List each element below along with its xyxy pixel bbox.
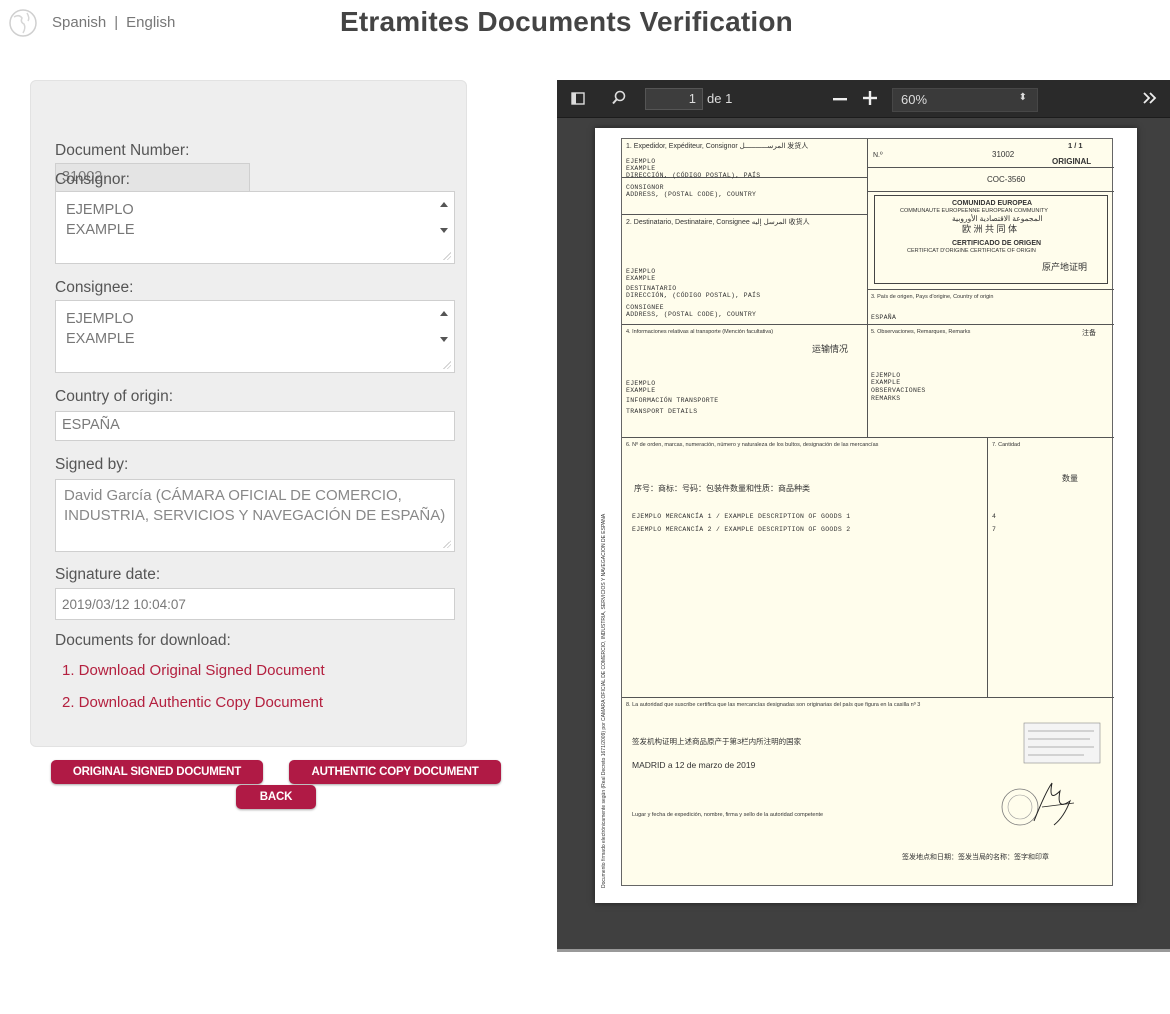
goods-row-1-desc: EJEMPLO MERCANCÍA 1 / EXAMPLE DESCRIPTIO… — [632, 513, 851, 520]
box4-chinese: 运输情况 — [812, 344, 849, 354]
cert-original-label: ORIGINAL — [1052, 157, 1092, 166]
resize-grip-icon[interactable] — [443, 540, 451, 548]
goods-row-1-qty: 4 — [992, 513, 997, 520]
consignor-textarea[interactable]: EJEMPLO EXAMPLE — [55, 191, 455, 264]
more-tools-chevron-icon[interactable] — [1143, 92, 1157, 104]
lang-english-link[interactable]: English — [126, 14, 175, 31]
box2-heading: 2. Destinatario, Destinataire, Consignee… — [626, 219, 810, 226]
consignor-line-2: EXAMPLE — [66, 222, 135, 238]
box1-heading: 1. Expedidor, Expéditeur, Consignor المر… — [626, 143, 809, 150]
chevron-updown-icon: ⬍ — [1018, 92, 1027, 103]
viewer-bottom-border — [557, 949, 1170, 952]
goods-row-2-qty: 7 — [992, 526, 997, 533]
box4-heading: 4. Informaciones relativas al transporte… — [626, 329, 774, 335]
consignee-label: Consignee: — [55, 279, 134, 296]
cert-origin-subtitle: CERTIFICAT D'ORIGINE CERTIFICATE OF ORIG… — [907, 248, 1036, 254]
box1-line3: DIRECCIÓN, (CÓDIGO POSTAL), PAÍS — [626, 172, 761, 179]
official-stamp-signature-icon — [1001, 722, 1101, 826]
original-signed-document-button[interactable]: ORIGINAL SIGNED DOCUMENT — [51, 760, 263, 784]
box5-chinese: 注备 — [1082, 330, 1096, 337]
box6-heading: 6. Nº de orden, marcas, numeración, núme… — [626, 442, 879, 448]
consignor-label: Consignor: — [55, 171, 130, 188]
download-authentic-link[interactable]: 2. Download Authentic Copy Document — [62, 694, 323, 711]
community-arabic: المجموعة الاقتصادية الأوروبية — [952, 214, 1043, 223]
back-button[interactable]: BACK — [236, 785, 316, 809]
box5-line4: REMARKS — [871, 395, 901, 402]
box1-line5: ADDRESS, (POSTAL CODE), COUNTRY — [626, 191, 757, 198]
box2-line6: ADDRESS, (POSTAL CODE), COUNTRY — [626, 311, 757, 318]
page-number-input[interactable]: 1 — [645, 88, 703, 110]
cert-coc-number: COC-3560 — [987, 175, 1026, 184]
consignee-scrollbar[interactable] — [436, 303, 452, 351]
pdf-viewer: 1 de 1 60% ⬍ Documento firmado electróni… — [557, 80, 1170, 952]
country-of-origin-field[interactable]: ESPAÑA — [55, 411, 455, 441]
cert-page-count: 1 / 1 — [1068, 141, 1083, 150]
box2-line2: EXAMPLE — [626, 275, 656, 282]
consignee-line-2: EXAMPLE — [66, 331, 135, 347]
signed-by-text: David García (CÁMARA OFICIAL DE COMERCIO… — [64, 487, 446, 524]
signature-date-label: Signature date: — [55, 566, 161, 583]
downloads-label: Documents for download: — [55, 632, 231, 649]
box4-line3: INFORMACIÓN TRANSPORTE — [626, 397, 719, 404]
zoom-value: 60% — [901, 92, 928, 107]
cert-number-value: 31002 — [992, 150, 1015, 159]
side-signature-text: Documento firmado electrónicamente según… — [601, 513, 607, 888]
resize-grip-icon[interactable] — [443, 252, 451, 260]
signed-by-label: Signed by: — [55, 456, 129, 473]
box4-line2: EXAMPLE — [626, 387, 656, 394]
consignee-textarea[interactable]: EJEMPLO EXAMPLE — [55, 300, 455, 373]
certificate-document: 1. Expedidor, Expéditeur, Consignor المر… — [621, 138, 1114, 886]
box3-value: ESPAÑA — [871, 314, 897, 321]
authentic-copy-document-button[interactable]: AUTHENTIC COPY DOCUMENT — [289, 760, 501, 784]
globe-icon — [9, 9, 37, 37]
goods-row-2-desc: EJEMPLO MERCANCÍA 2 / EXAMPLE DESCRIPTIO… — [632, 526, 851, 533]
lang-separator: | — [114, 14, 119, 31]
box7-heading: 7. Cantidad — [992, 442, 1021, 448]
consignor-scrollbar[interactable] — [436, 194, 452, 242]
sidebar-toggle-icon[interactable] — [571, 91, 586, 106]
zoom-out-icon[interactable] — [833, 98, 847, 102]
box2-line4: DIRECCIÓN, (CÓDIGO POSTAL), PAÍS — [626, 292, 761, 299]
signature-date-field[interactable]: 2019/03/12 10:04:07 — [55, 588, 455, 620]
page-count-label: de 1 — [707, 91, 733, 106]
footer-chinese: 签发地点和日期：签发当局的名称：签字和印章 — [902, 854, 1049, 861]
lang-spanish-link[interactable]: Spanish — [52, 14, 106, 31]
document-number-label: Document Number: — [55, 142, 190, 159]
search-icon[interactable] — [611, 90, 627, 106]
box8-heading: 8. La autoridad que suscribe certifica q… — [626, 702, 921, 708]
community-chinese: 欧 洲 共 同 体 — [962, 224, 1018, 234]
document-info-panel: Document Number: 31002 Consignor: EJEMPL… — [30, 80, 467, 747]
page-title: Etramites Documents Verification — [340, 6, 793, 37]
cert-number-label: N.º — [873, 152, 883, 159]
country-of-origin-label: Country of origin: — [55, 388, 174, 405]
pdf-toolbar: 1 de 1 60% ⬍ — [557, 80, 1170, 118]
box7-chinese: 数量 — [1062, 474, 1078, 483]
box3-heading: 3. País de origen, Pays d'origine, Count… — [871, 294, 994, 300]
box5-heading: 5. Observaciones, Remarques, Remarks — [871, 329, 971, 335]
download-original-link[interactable]: 1. Download Original Signed Document — [62, 662, 325, 679]
zoom-select[interactable]: 60% ⬍ — [892, 88, 1038, 112]
footer-heading: Lugar y fecha de expedición, nombre, fir… — [632, 812, 824, 818]
place-and-date: MADRID a 12 de marzo de 2019 — [632, 760, 756, 770]
box4-line4: TRANSPORT DETAILS — [626, 408, 698, 415]
signed-by-textarea[interactable]: David García (CÁMARA OFICIAL DE COMERCIO… — [55, 479, 455, 552]
box8-chinese: 签发机构证明上述商品原产于第3栏内所注明的国家 — [632, 737, 802, 746]
consignee-line-1: EJEMPLO — [66, 311, 134, 327]
language-switcher: Spanish | English — [52, 14, 175, 31]
cert-origin-chinese: 原产地证明 — [1042, 262, 1088, 272]
consignor-line-1: EJEMPLO — [66, 202, 134, 218]
resize-grip-icon[interactable] — [443, 361, 451, 369]
box6-chinese: 序号：商标：号码：包装件数量和性质：商品种类 — [634, 484, 810, 493]
zoom-in-icon[interactable] — [863, 91, 877, 105]
pdf-page: Documento firmado electrónicamente según… — [595, 128, 1137, 903]
